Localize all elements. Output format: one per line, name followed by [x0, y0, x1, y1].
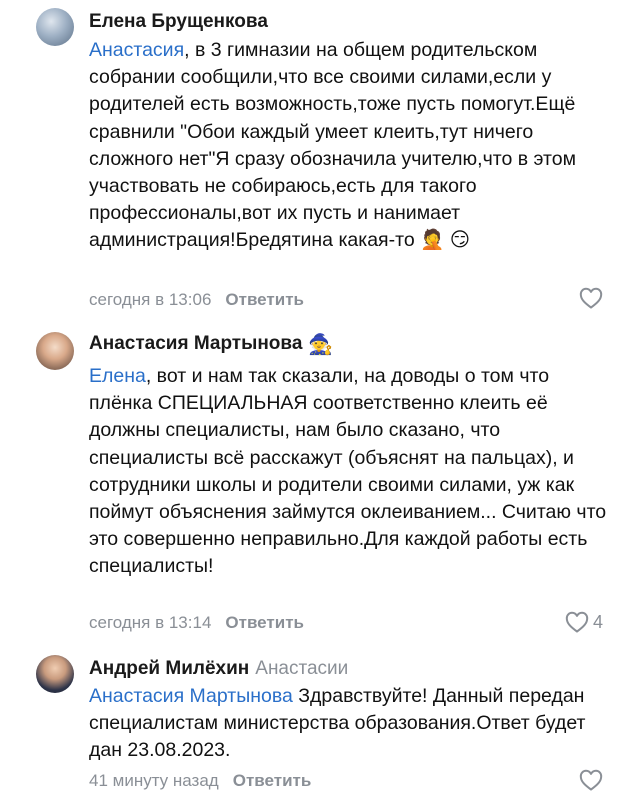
- comment-meta: сегодня в 13:14 Ответить: [89, 612, 304, 634]
- like-count: 4: [592, 611, 603, 632]
- comment-body: , вот и нам так сказали, на доводы о том…: [89, 365, 607, 578]
- author-name[interactable]: Андрей Милёхин: [89, 658, 249, 679]
- mention-link[interactable]: Анастасия: [89, 39, 184, 61]
- comments-feed: Елена Брущенкова Анастасия, в 3 гимназии…: [0, 0, 625, 800]
- comment-meta: 41 минуту назад Ответить: [89, 770, 311, 792]
- heart-icon: [579, 769, 603, 791]
- author-emoji: 🧙: [308, 334, 334, 356]
- like-button[interactable]: [579, 769, 603, 791]
- heart-icon: [579, 287, 603, 309]
- timestamp: сегодня в 13:06: [89, 290, 212, 309]
- reply-button[interactable]: Ответить: [233, 771, 312, 790]
- comment-header: Елена Брущенкова: [89, 10, 268, 34]
- comment-meta: сегодня в 13:06 Ответить: [89, 289, 304, 311]
- reply-button[interactable]: Ответить: [225, 290, 304, 309]
- author-name[interactable]: Анастасия Мартынова: [89, 333, 302, 354]
- mention-link[interactable]: Анастасия Мартынова: [89, 685, 293, 707]
- avatar[interactable]: [36, 332, 74, 370]
- comment-body: , в 3 гимназии на общем родительском соб…: [89, 39, 576, 252]
- avatar[interactable]: [36, 8, 74, 46]
- comment-text: Анастасия Мартынова Здравствуйте! Данный…: [89, 683, 609, 765]
- reply-to-label[interactable]: Анастасии: [255, 658, 348, 679]
- mention-link[interactable]: Елена: [89, 365, 146, 387]
- comment-header: Анастасия Мартынова 🧙: [89, 332, 333, 357]
- comment-text: Анастасия, в 3 гимназии на общем родител…: [89, 37, 609, 255]
- comment-header: Андрей Милёхин Анастасии: [89, 657, 348, 681]
- like-button[interactable]: [579, 287, 603, 309]
- author-name[interactable]: Елена Брущенкова: [89, 11, 268, 32]
- timestamp: 41 минуту назад: [89, 771, 219, 790]
- heart-icon: [565, 611, 589, 633]
- like-button[interactable]: 4: [565, 611, 603, 633]
- timestamp: сегодня в 13:14: [89, 613, 212, 632]
- reply-button[interactable]: Ответить: [225, 613, 304, 632]
- comment-text: Елена, вот и нам так сказали, на доводы …: [89, 363, 609, 581]
- avatar[interactable]: [36, 655, 74, 693]
